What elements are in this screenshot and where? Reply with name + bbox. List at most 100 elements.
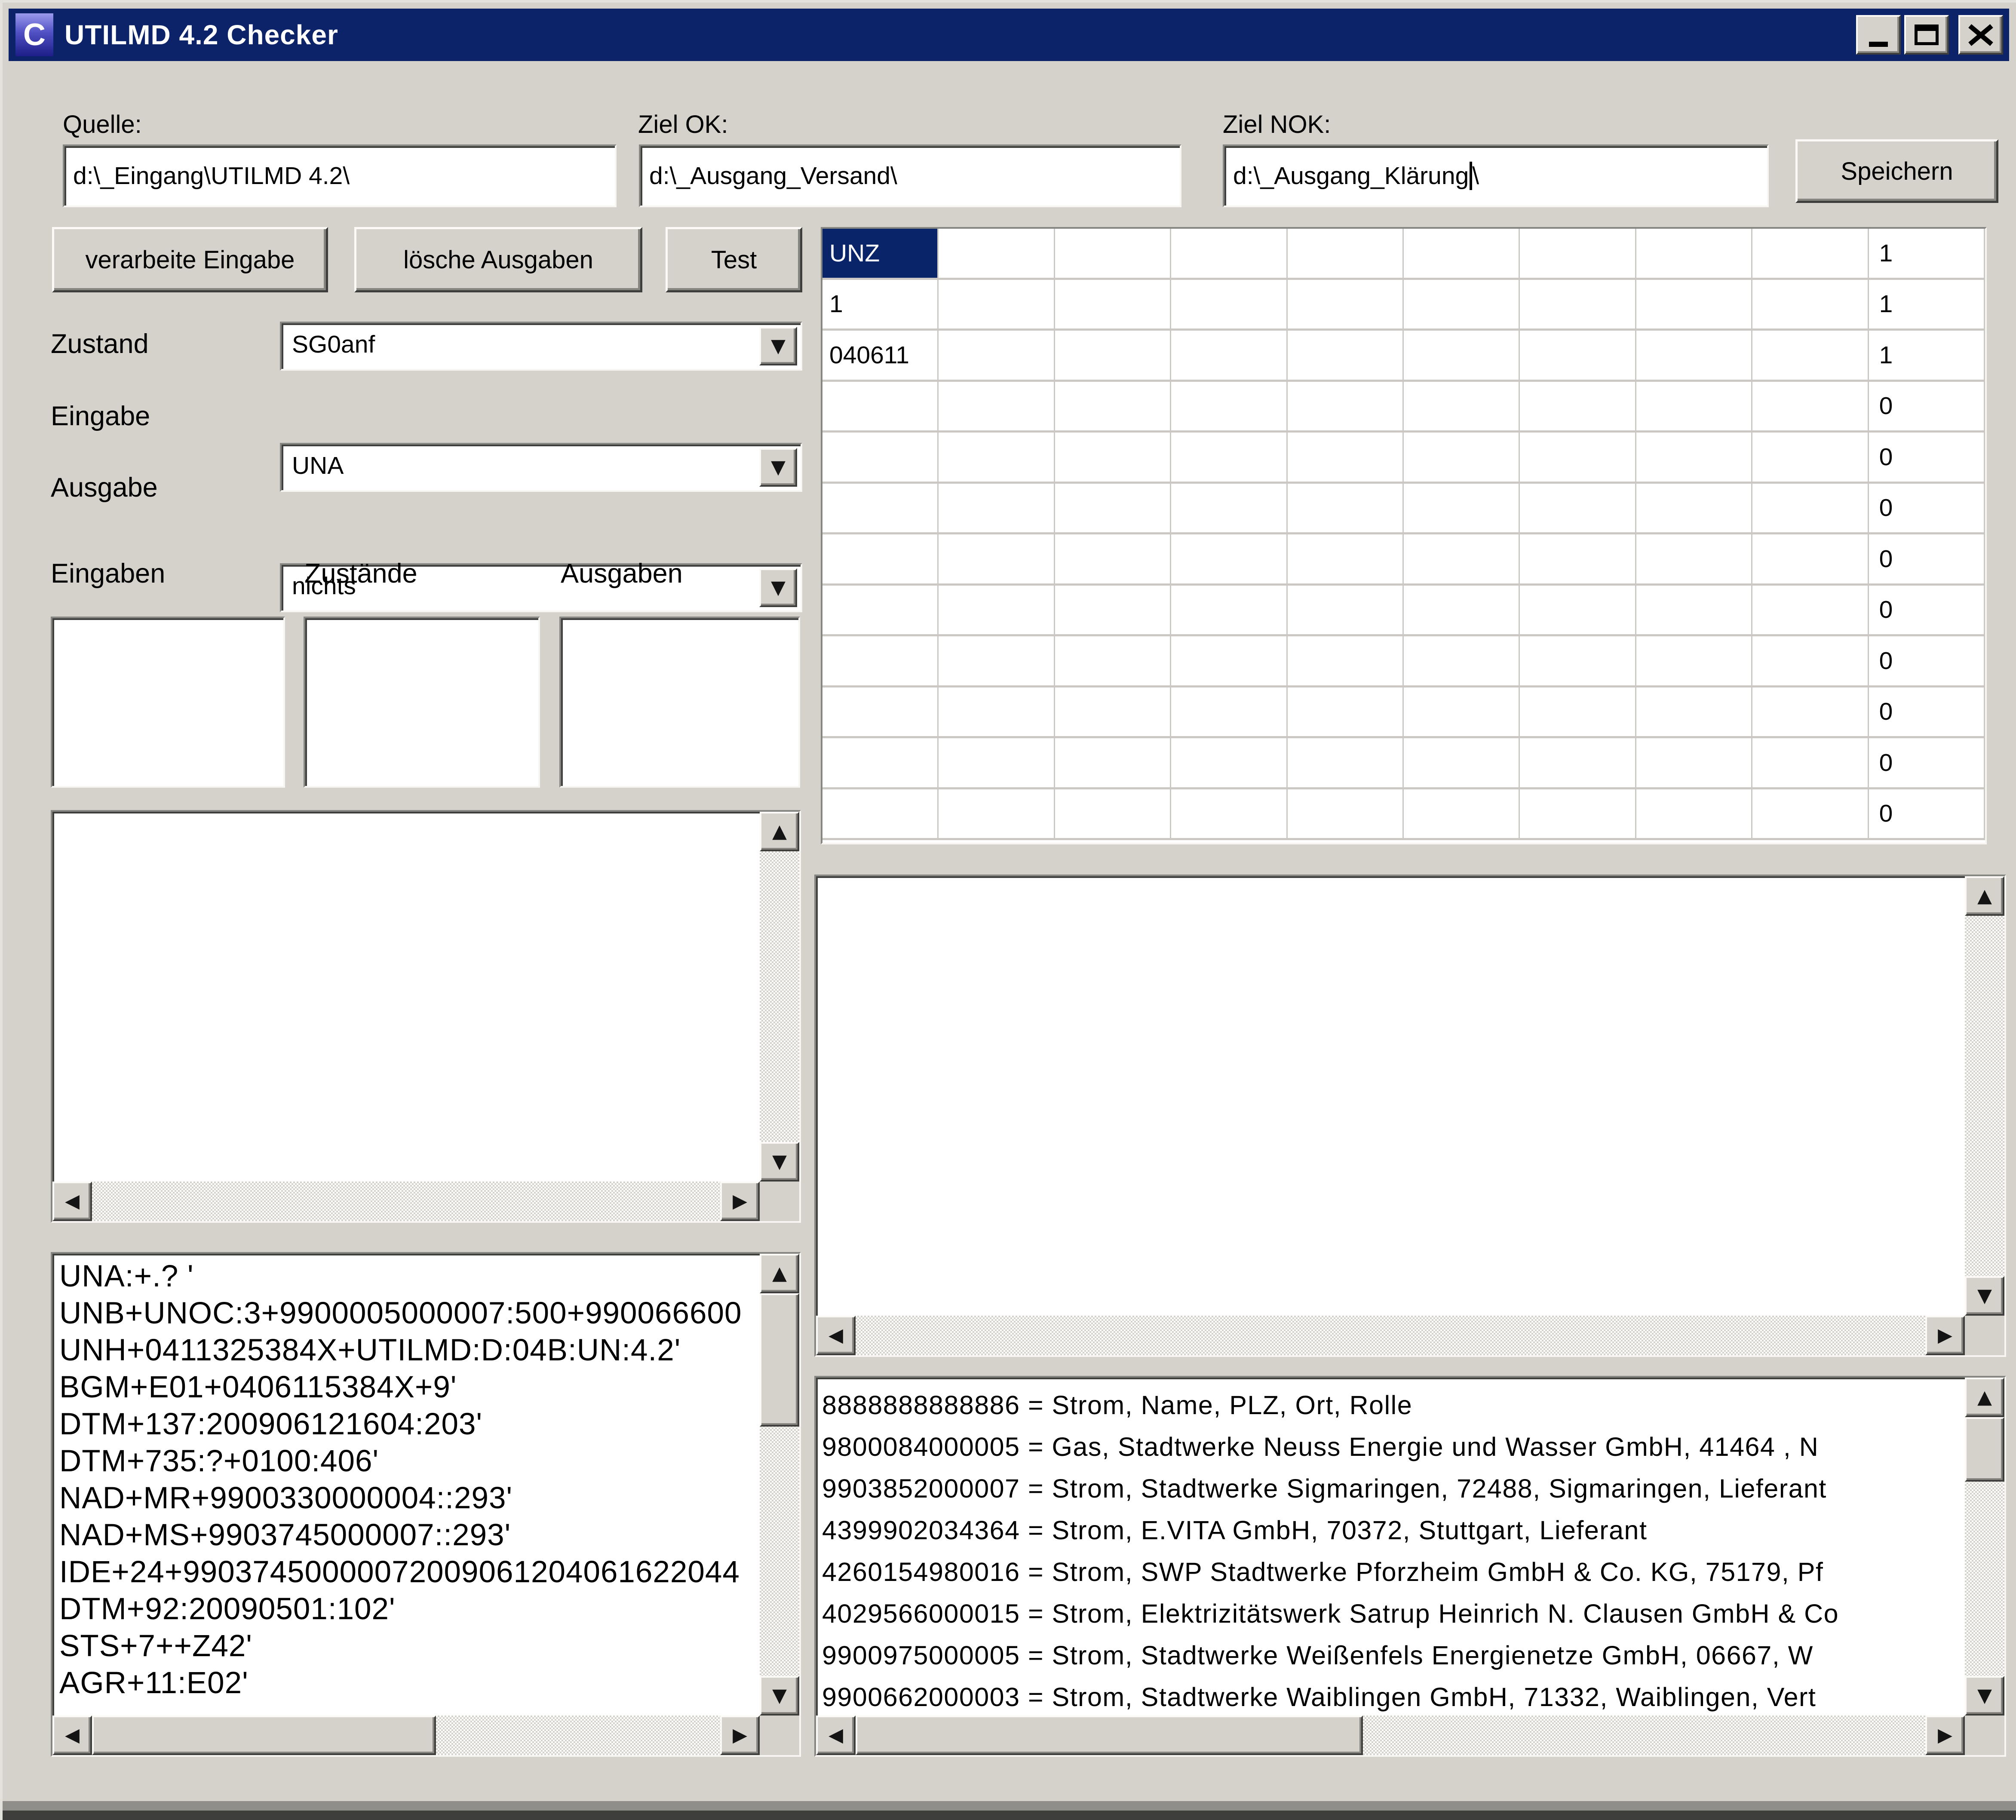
minimize-button[interactable] [1856, 15, 1901, 55]
scroll-down-button[interactable]: ▼ [760, 1142, 799, 1182]
grid-cell[interactable] [1404, 433, 1520, 484]
grid-cell[interactable] [1055, 433, 1171, 484]
grid-cell[interactable] [1404, 331, 1520, 382]
scroll-left-button[interactable]: ◀ [816, 1316, 856, 1355]
scroll-left-button[interactable]: ◀ [52, 1182, 92, 1221]
grid-cell[interactable] [1171, 636, 1287, 687]
ziel-nok-input[interactable]: d:\_Ausgang_Klärung\ [1223, 144, 1769, 207]
grid-cell[interactable] [1752, 534, 1869, 586]
grid-cell[interactable]: 1 [1869, 229, 1985, 280]
grid-cell[interactable] [1055, 636, 1171, 687]
grid-cell[interactable] [822, 789, 939, 841]
grid-cell[interactable] [822, 687, 939, 739]
grid-cell[interactable] [1404, 738, 1520, 789]
eingabe-combobox-dropdown-button[interactable]: ▼ [759, 448, 797, 487]
grid-cell[interactable] [822, 534, 939, 586]
grid-cell[interactable] [1752, 738, 1869, 789]
grid-cell[interactable] [822, 433, 939, 484]
grid-cell[interactable] [1171, 229, 1287, 280]
grid-cell[interactable] [1752, 280, 1869, 331]
grid-cell[interactable] [1636, 382, 1752, 433]
scroll-left-button[interactable]: ◀ [52, 1716, 92, 1755]
grid-cell[interactable] [1752, 382, 1869, 433]
grid-cell[interactable] [1288, 789, 1404, 841]
grid-cell[interactable] [822, 636, 939, 687]
detail-textarea[interactable]: ▲ ▼ ◀ ▶ [814, 875, 2006, 1357]
grid-cell[interactable]: 0 [1869, 789, 1985, 841]
grid-cell[interactable] [1055, 687, 1171, 739]
grid-cell[interactable] [1636, 433, 1752, 484]
scroll-up-button[interactable]: ▲ [760, 1254, 799, 1293]
grid-cell[interactable] [1055, 484, 1171, 535]
grid-cell[interactable]: 0 [1869, 433, 1985, 484]
zustand-combobox-dropdown-button[interactable]: ▼ [759, 327, 797, 365]
grid-cell[interactable]: 0 [1869, 738, 1985, 789]
grid-cell[interactable] [1752, 636, 1869, 687]
grid-cell[interactable] [1288, 534, 1404, 586]
scroll-right-button[interactable]: ▶ [1925, 1716, 1965, 1755]
grid-cell[interactable] [1752, 484, 1869, 535]
grid-cell[interactable] [1404, 636, 1520, 687]
grid-cell[interactable] [1171, 738, 1287, 789]
scroll-up-button[interactable]: ▲ [1965, 876, 2004, 916]
zustaende-listbox[interactable] [304, 617, 540, 788]
grid-cell[interactable] [1520, 586, 1636, 637]
grid-cell[interactable] [1055, 382, 1171, 433]
scrollbar-track[interactable] [856, 1716, 1925, 1755]
speichern-button[interactable]: Speichern [1795, 139, 1998, 203]
eingaben-listbox[interactable] [51, 617, 285, 788]
grid-cell[interactable] [1288, 586, 1404, 637]
grid-cell[interactable] [1055, 789, 1171, 841]
scroll-up-button[interactable]: ▲ [760, 812, 799, 851]
grid-cell[interactable] [939, 636, 1055, 687]
ausgaben-listbox[interactable] [559, 617, 800, 788]
grid-cell[interactable] [1404, 687, 1520, 739]
grid-cell[interactable] [939, 229, 1055, 280]
message-grid[interactable]: UNZ1110406111000000000 [822, 229, 1985, 843]
scrollbar-track[interactable] [1965, 1417, 2004, 1676]
grid-cell[interactable] [939, 789, 1055, 841]
grid-cell[interactable] [1288, 636, 1404, 687]
grid-cell[interactable] [939, 738, 1055, 789]
scrollbar-track[interactable] [92, 1716, 720, 1755]
grid-cell[interactable] [1171, 433, 1287, 484]
grid-cell[interactable] [939, 534, 1055, 586]
edifact-textarea[interactable]: UNA:+.? 'UNB+UNOC:3+9900005000007:500+99… [51, 1252, 801, 1757]
scroll-down-button[interactable]: ▼ [760, 1676, 799, 1716]
grid-cell[interactable] [1520, 534, 1636, 586]
scrollbar-track[interactable] [856, 1316, 1925, 1355]
ausgabe-combobox-dropdown-button[interactable]: ▼ [759, 568, 797, 607]
grid-cell[interactable] [1520, 331, 1636, 382]
grid-cell[interactable]: 0 [1869, 534, 1985, 586]
scroll-left-button[interactable]: ◀ [816, 1716, 856, 1755]
loesche-ausgaben-button[interactable]: lösche Ausgaben [354, 227, 642, 292]
grid-cell[interactable]: UNZ [822, 229, 939, 280]
grid-cell[interactable] [1055, 738, 1171, 789]
grid-cell[interactable] [1404, 484, 1520, 535]
verarbeite-eingabe-button[interactable]: verarbeite Eingabe [52, 227, 328, 292]
grid-cell[interactable] [1752, 687, 1869, 739]
grid-cell[interactable] [1404, 534, 1520, 586]
grid-cell[interactable]: 1 [1869, 331, 1985, 382]
scroll-right-button[interactable]: ▶ [1925, 1316, 1965, 1355]
vertical-scrollbar[interactable]: ▲ ▼ [760, 1254, 799, 1716]
grid-cell[interactable] [1752, 586, 1869, 637]
grid-cell[interactable] [1636, 229, 1752, 280]
scrollbar-thumb[interactable] [856, 1716, 1363, 1755]
grid-cell[interactable] [1171, 534, 1287, 586]
grid-cell[interactable] [1520, 229, 1636, 280]
grid-cell[interactable]: 1 [1869, 280, 1985, 331]
grid-cell[interactable] [1636, 484, 1752, 535]
grid-cell[interactable] [1404, 586, 1520, 637]
grid-cell[interactable] [1636, 280, 1752, 331]
grid-cell[interactable]: 040611 [822, 331, 939, 382]
grid-cell[interactable] [1520, 789, 1636, 841]
grid-cell[interactable] [1404, 789, 1520, 841]
grid-cell[interactable] [1520, 484, 1636, 535]
grid-cell[interactable] [939, 687, 1055, 739]
grid-cell[interactable] [1636, 534, 1752, 586]
grid-cell[interactable]: 0 [1869, 382, 1985, 433]
grid-cell[interactable] [1055, 229, 1171, 280]
grid-cell[interactable] [1288, 738, 1404, 789]
grid-cell[interactable] [1520, 433, 1636, 484]
